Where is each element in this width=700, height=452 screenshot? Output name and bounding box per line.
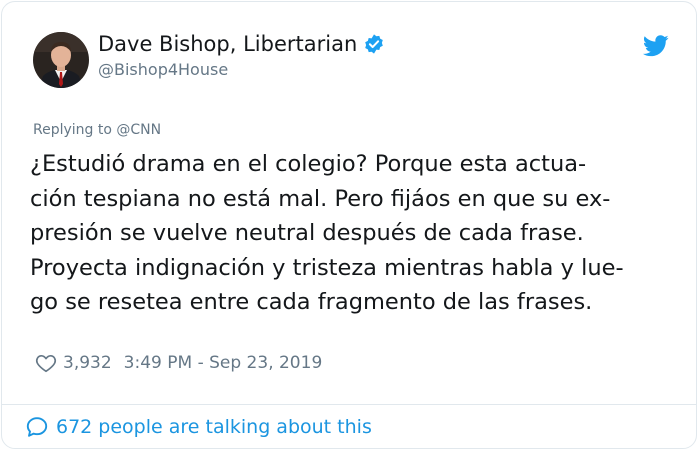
timestamp[interactable]: 3:49 PM - Sep 23, 2019 — [124, 353, 323, 373]
twitter-bird-icon[interactable] — [642, 35, 669, 57]
conversation-text[interactable]: 672 people are talking about this — [56, 416, 372, 438]
avatar[interactable] — [33, 32, 89, 88]
tweet-line: ción tespiana no está mal. Pero fijáos e… — [30, 185, 611, 212]
tweet-line: presión se vuelve neutral después de cad… — [30, 220, 584, 246]
tweet-text: ¿Estudió drama en el colegio? Porque est… — [30, 147, 680, 320]
replying-to[interactable]: Replying to @CNN — [33, 122, 161, 138]
like-count[interactable]: 3,932 — [63, 353, 112, 373]
tweet-line: Proyecta indignación y tristeza mientras… — [30, 254, 624, 281]
tweet-line: go se resetea entre cada fragmento de la… — [30, 289, 593, 315]
author-handle[interactable]: @Bishop4House — [98, 60, 228, 79]
tweet-card: Dave Bishop, Libertarian @Bishop4House R… — [1, 1, 697, 449]
speech-bubble-icon — [25, 415, 49, 439]
tweet-meta: 3,932 3:49 PM - Sep 23, 2019 — [35, 352, 322, 374]
conversation-link[interactable]: 672 people are talking about this — [25, 415, 372, 439]
heart-icon[interactable] — [35, 352, 57, 374]
divider — [2, 404, 696, 405]
author-name-text[interactable]: Dave Bishop, Libertarian — [98, 32, 357, 56]
tweet-line: ¿Estudió drama en el colegio? Porque est… — [30, 151, 587, 177]
author-display-name[interactable]: Dave Bishop, Libertarian — [98, 32, 385, 56]
verified-badge-icon — [363, 33, 385, 55]
